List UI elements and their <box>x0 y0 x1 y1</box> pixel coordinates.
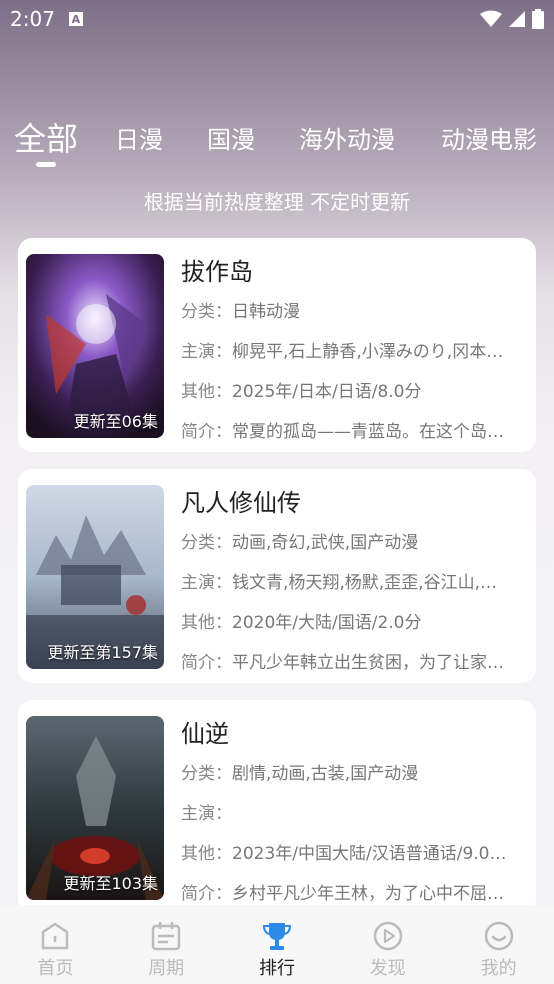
nav-home[interactable]: 首页 <box>0 920 110 980</box>
intro-value: 常夏的孤岛——青蓝岛。在这个岛… <box>232 422 504 442</box>
category-label: 分类： <box>181 302 232 322</box>
tab-anime-movies[interactable]: 动漫电影 <box>441 120 537 155</box>
nav-profile[interactable]: 我的 <box>444 920 554 980</box>
intro-label: 简介： <box>181 884 232 904</box>
trophy-icon <box>262 923 291 950</box>
wifi-icon <box>480 10 502 27</box>
tab-japanese-anime[interactable]: 日漫 <box>115 120 163 155</box>
cast-value: 钱文青,杨天翔,杨默,歪歪,谷江山,… <box>232 573 498 593</box>
category-label: 分类： <box>181 764 232 784</box>
anime-card[interactable]: 更新至第157集 凡人修仙传 分类：动画,奇幻,武侠,国产动漫 主演：钱文青,杨… <box>18 469 536 683</box>
status-time: 2:07 <box>10 7 55 31</box>
other-value: 2020年/大陆/国语/2.0分 <box>232 613 422 633</box>
cast-label: 主演： <box>181 804 232 824</box>
other-label: 其他： <box>181 613 232 633</box>
nav-schedule[interactable]: 周期 <box>111 920 221 980</box>
nav-discover[interactable]: 发现 <box>333 920 443 980</box>
anime-title[interactable]: 拔作岛 <box>181 254 526 290</box>
status-bar: 2:07 A <box>0 0 554 38</box>
bottom-nav: 首页 周期 排行 发现 我的 <box>0 905 554 984</box>
intro-value: 乡村平凡少年王林，为了心中不屈… <box>232 884 504 904</box>
other-value: 2023年/中国大陆/汉语普通话/9.0… <box>232 844 507 864</box>
category-value: 剧情,动画,古装,国产动漫 <box>232 764 419 784</box>
cast-label: 主演： <box>181 573 232 593</box>
nav-ranking[interactable]: 排行 <box>222 920 332 980</box>
update-status: 更新至103集 <box>63 874 158 893</box>
nav-label: 周期 <box>148 958 185 979</box>
tab-overseas-anime[interactable]: 海外动漫 <box>299 120 395 155</box>
play-icon <box>373 921 403 951</box>
profile-icon <box>484 921 513 951</box>
category-tabs: 全部 日漫 国漫 海外动漫 动漫电影 <box>0 110 554 170</box>
other-label: 其他： <box>181 844 232 864</box>
intro-label: 简介： <box>181 422 232 442</box>
nav-label: 我的 <box>480 958 517 979</box>
tab-all[interactable]: 全部 <box>14 114 78 160</box>
other-label: 其他： <box>181 382 232 402</box>
home-icon <box>42 922 69 950</box>
nav-label: 首页 <box>37 958 74 979</box>
anime-title[interactable]: 凡人修仙传 <box>181 485 526 521</box>
poster-image[interactable]: 更新至06集 <box>26 254 164 438</box>
category-label: 分类： <box>181 533 232 553</box>
nav-label: 排行 <box>258 958 295 979</box>
intro-value: 平凡少年韩立出生贫困，为了让家… <box>232 653 504 673</box>
intro-label: 简介： <box>181 653 232 673</box>
category-value: 动画,奇幻,武侠,国产动漫 <box>232 533 419 553</box>
poster-image[interactable]: 更新至第157集 <box>26 485 164 669</box>
anime-card[interactable]: 更新至103集 仙逆 分类：剧情,动画,古装,国产动漫 主演： 其他：2023年… <box>18 700 536 914</box>
signal-icon <box>509 11 525 27</box>
poster-image[interactable]: 更新至103集 <box>26 716 164 900</box>
update-status: 更新至06集 <box>73 412 158 431</box>
update-status: 更新至第157集 <box>47 643 158 662</box>
anime-title[interactable]: 仙逆 <box>181 716 526 752</box>
other-value: 2025年/日本/日语/8.0分 <box>232 382 422 402</box>
battery-icon <box>532 9 544 29</box>
tab-chinese-anime[interactable]: 国漫 <box>207 120 255 155</box>
notification-icon: A <box>68 12 83 26</box>
cast-value: 柳晃平,石上静香,小澤みのり,冈本… <box>232 342 504 362</box>
nav-label: 发现 <box>369 958 406 979</box>
active-tab-indicator <box>36 162 56 167</box>
anime-card[interactable]: 更新至06集 拔作岛 分类：日韩动漫 主演：柳晃平,石上静香,小澤みのり,冈本…… <box>18 238 536 452</box>
list-subtitle: 根据当前热度整理 不定时更新 <box>143 190 411 214</box>
cast-label: 主演： <box>181 342 232 362</box>
category-value: 日韩动漫 <box>232 302 300 322</box>
calendar-icon <box>151 922 181 951</box>
